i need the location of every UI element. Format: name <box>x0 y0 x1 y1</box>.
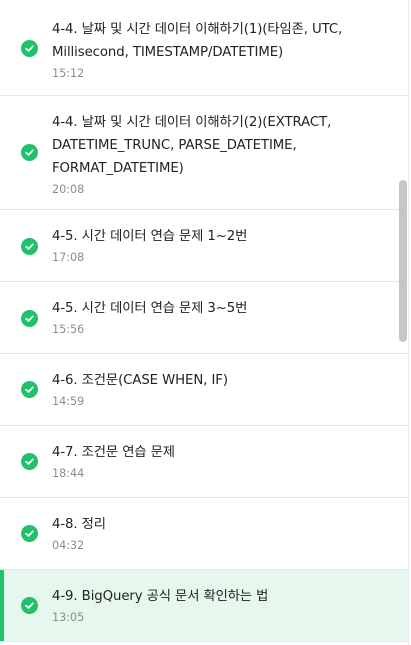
check-circle-icon <box>21 40 38 57</box>
check-circle-icon <box>21 453 38 470</box>
check-circle-icon <box>21 525 38 542</box>
lecture-duration: 18:44 <box>52 467 85 480</box>
active-indicator-bar <box>0 570 4 641</box>
lecture-list: 4-4. 날짜 및 시간 데이터 이해하기(1)(타임존, UTC, Milli… <box>0 0 409 645</box>
lecture-duration: 17:08 <box>52 251 85 264</box>
lecture-title: 4-9. BigQuery 공식 문서 확인하는 법 <box>52 589 269 604</box>
lecture-duration: 15:12 <box>52 67 85 80</box>
scrollbar-thumb[interactable] <box>399 180 407 342</box>
lecture-title: 4-7. 조건문 연습 문제 <box>52 445 175 460</box>
lecture-item[interactable]: 4-5. 시간 데이터 연습 문제 1~2번 17:08 <box>0 210 408 282</box>
lecture-item-active[interactable]: 4-9. BigQuery 공식 문서 확인하는 법 13:05 <box>0 570 408 642</box>
lecture-title: 4-5. 시간 데이터 연습 문제 3~5번 <box>52 301 248 316</box>
lecture-duration: 13:05 <box>52 611 85 624</box>
lecture-duration: 04:32 <box>52 539 85 552</box>
lecture-duration: 15:56 <box>52 323 85 336</box>
lecture-item[interactable]: 4-7. 조건문 연습 문제 18:44 <box>0 426 408 498</box>
lecture-title: 4-8. 정리 <box>52 517 106 532</box>
lecture-item[interactable]: 4-4. 날짜 및 시간 데이터 이해하기(2)(EXTRACT, DATETI… <box>0 96 408 210</box>
lecture-duration: 20:08 <box>52 183 85 196</box>
check-circle-icon <box>21 597 38 614</box>
lecture-item[interactable]: 4-6. 조건문(CASE WHEN, IF) 14:59 <box>0 354 408 426</box>
lecture-item[interactable]: 4-4. 날짜 및 시간 데이터 이해하기(1)(타임존, UTC, Milli… <box>0 0 408 96</box>
check-circle-icon <box>21 310 38 327</box>
lecture-item[interactable]: 4-5. 시간 데이터 연습 문제 3~5번 15:56 <box>0 282 408 354</box>
check-circle-icon <box>21 238 38 255</box>
lecture-title: 4-4. 날짜 및 시간 데이터 이해하기(1)(타임존, UTC, Milli… <box>52 22 343 60</box>
check-circle-icon <box>21 144 38 161</box>
lecture-item[interactable]: 4-8. 정리 04:32 <box>0 498 408 570</box>
lecture-title: 4-5. 시간 데이터 연습 문제 1~2번 <box>52 229 248 244</box>
lecture-duration: 14:59 <box>52 395 85 408</box>
lecture-title: 4-6. 조건문(CASE WHEN, IF) <box>52 373 228 388</box>
lecture-title: 4-4. 날짜 및 시간 데이터 이해하기(2)(EXTRACT, DATETI… <box>52 115 332 176</box>
check-circle-icon <box>21 381 38 398</box>
